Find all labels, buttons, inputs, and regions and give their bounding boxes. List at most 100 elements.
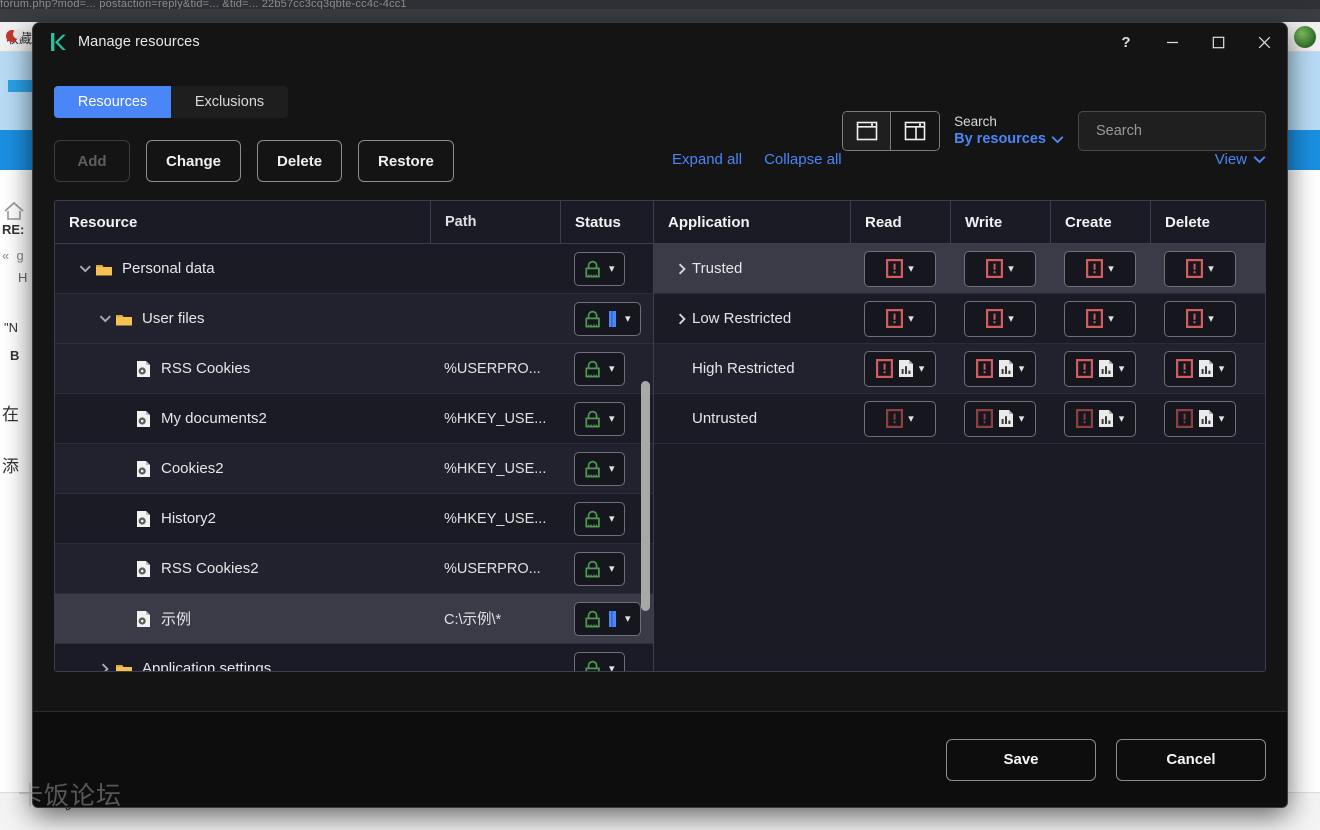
- permission-dropdown-delete[interactable]: ▾: [1164, 300, 1236, 337]
- save-button[interactable]: Save: [946, 738, 1096, 781]
- resource-path-cell: %HKEY_USE...: [444, 410, 547, 427]
- header-create: Create: [1050, 201, 1150, 243]
- tree-expander[interactable]: [672, 263, 692, 275]
- actions-toolbar: Add Change Delete Restore Expand all Col…: [54, 140, 1266, 182]
- tab-exclusions[interactable]: Exclusions: [171, 86, 288, 118]
- view-menu-label: View: [1214, 151, 1247, 168]
- maximize-button[interactable]: [1195, 23, 1241, 61]
- status-dropdown[interactable]: ▾: [574, 351, 625, 386]
- permission-dropdown-delete[interactable]: ▾: [1164, 400, 1236, 437]
- lock-icon: [585, 510, 600, 527]
- permission-dropdown-read[interactable]: ▾: [864, 250, 936, 287]
- resource-row[interactable]: User files ▾: [55, 294, 653, 344]
- permission-dropdown-write[interactable]: ▾: [964, 300, 1036, 337]
- resource-row[interactable]: RSS Cookies %USERPRO... ▾: [55, 344, 653, 394]
- alert-icon: [1075, 409, 1093, 428]
- resource-label: User files: [115, 310, 205, 327]
- status-dropdown[interactable]: ▾: [574, 601, 641, 636]
- permission-cell-write: ▾: [950, 244, 1050, 293]
- collapse-all-link[interactable]: Collapse all: [764, 151, 842, 168]
- resource-row[interactable]: History2 %HKEY_USE... ▾: [55, 494, 653, 544]
- chevron-down-icon: ▾: [1218, 363, 1225, 375]
- permission-dropdown-delete[interactable]: ▾: [1164, 350, 1236, 387]
- change-button[interactable]: Change: [146, 140, 242, 182]
- alert-icon: [1075, 359, 1093, 378]
- lock-icon: [585, 660, 600, 671]
- resource-status-cell: ▾: [560, 294, 653, 343]
- view-menu-button[interactable]: View: [1215, 151, 1266, 168]
- permission-dropdown-create[interactable]: ▾: [1064, 300, 1136, 337]
- delete-button[interactable]: Delete: [257, 140, 343, 182]
- permission-dropdown-write[interactable]: ▾: [964, 350, 1036, 387]
- lock-icon: [585, 610, 600, 627]
- resource-label: History2: [135, 510, 216, 528]
- dialog-title: Manage resources: [78, 34, 200, 50]
- chevron-down-icon: ▾: [1018, 413, 1025, 425]
- resource-label: RSS Cookies2: [135, 560, 259, 578]
- application-row[interactable]: Untrusted ▾ ▾ ▾ ▾: [654, 394, 1265, 444]
- resource-path-cell: %USERPRO...: [444, 560, 541, 577]
- application-row[interactable]: High Restricted ▾ ▾ ▾ ▾: [654, 344, 1265, 394]
- permission-dropdown-read[interactable]: ▾: [864, 350, 936, 387]
- chevron-down-icon: ▾: [1018, 363, 1025, 375]
- search-mode-label: Search: [954, 113, 997, 129]
- resource-row[interactable]: RSS Cookies2 %USERPRO... ▾: [55, 544, 653, 594]
- lock-icon: [585, 260, 600, 277]
- status-dropdown[interactable]: ▾: [574, 301, 641, 336]
- permission-cell-delete: ▾: [1150, 244, 1250, 293]
- add-button[interactable]: Add: [54, 140, 130, 182]
- tab-resources[interactable]: Resources: [54, 86, 171, 118]
- close-button[interactable]: [1241, 23, 1287, 61]
- application-row[interactable]: Low Restricted ▾ ▾ ▾ ▾: [654, 294, 1265, 344]
- alert-icon: [886, 309, 904, 328]
- permission-dropdown-create[interactable]: ▾: [1064, 350, 1136, 387]
- status-dropdown[interactable]: ▾: [574, 551, 625, 586]
- status-dropdown[interactable]: ▾: [574, 401, 625, 436]
- expand-all-link[interactable]: Expand all: [672, 151, 742, 168]
- resource-row[interactable]: My documents2 %HKEY_USE... ▾: [55, 394, 653, 444]
- alert-icon: [886, 259, 904, 278]
- status-dropdown[interactable]: ▾: [574, 451, 625, 486]
- report-icon: [998, 360, 1013, 377]
- chevron-down-icon: ▾: [908, 413, 914, 425]
- resource-label: Application settings: [115, 660, 271, 671]
- resource-pane: Resource Path Status Personal data ▾ User …: [55, 201, 654, 671]
- status-dropdown[interactable]: ▾: [574, 501, 625, 536]
- resource-name-cell: RSS Cookies: [55, 344, 430, 393]
- application-name-cell: High Restricted: [654, 344, 850, 393]
- permission-cell-read: ▾: [850, 394, 950, 443]
- resource-row[interactable]: Application settings ▾: [55, 644, 653, 671]
- tree-expander[interactable]: [672, 313, 692, 325]
- help-button[interactable]: ?: [1103, 23, 1149, 61]
- resource-name-text: Application settings: [142, 660, 272, 671]
- permission-dropdown-create[interactable]: ▾: [1064, 250, 1136, 287]
- resource-scrollbar-thumb[interactable]: [641, 381, 650, 611]
- bg-snippet-h: H: [18, 270, 28, 285]
- resource-status-cell: ▾: [560, 544, 653, 593]
- restore-button[interactable]: Restore: [358, 140, 454, 182]
- cancel-button[interactable]: Cancel: [1116, 738, 1266, 781]
- status-dropdown[interactable]: ▾: [574, 651, 625, 671]
- permission-dropdown-read[interactable]: ▾: [864, 300, 936, 337]
- tree-expander[interactable]: [95, 663, 115, 671]
- application-name-text: High Restricted: [692, 360, 795, 377]
- chevron-down-icon: ▾: [609, 263, 615, 275]
- single-pane-icon: [856, 121, 877, 141]
- permission-dropdown-read[interactable]: ▾: [864, 400, 936, 437]
- minimize-button[interactable]: [1149, 23, 1195, 61]
- chevron-down-icon: ▾: [609, 363, 615, 375]
- resource-label: 示例: [135, 608, 191, 629]
- resource-row[interactable]: Cookies2 %HKEY_USE... ▾: [55, 444, 653, 494]
- resource-row[interactable]: Personal data ▾: [55, 244, 653, 294]
- status-dropdown[interactable]: ▾: [574, 251, 625, 286]
- permission-dropdown-write[interactable]: ▾: [964, 250, 1036, 287]
- permission-dropdown-delete[interactable]: ▾: [1164, 250, 1236, 287]
- permission-dropdown-write[interactable]: ▾: [964, 400, 1036, 437]
- chevron-down-icon: ▾: [1208, 263, 1214, 275]
- tree-expander[interactable]: [75, 264, 95, 273]
- permission-dropdown-create[interactable]: ▾: [1064, 400, 1136, 437]
- resource-row[interactable]: 示例 C:\示例\* ▾: [55, 594, 653, 644]
- tree-expander[interactable]: [95, 314, 115, 323]
- application-row[interactable]: Trusted ▾ ▾ ▾ ▾: [654, 244, 1265, 294]
- search-input[interactable]: [1096, 123, 1283, 139]
